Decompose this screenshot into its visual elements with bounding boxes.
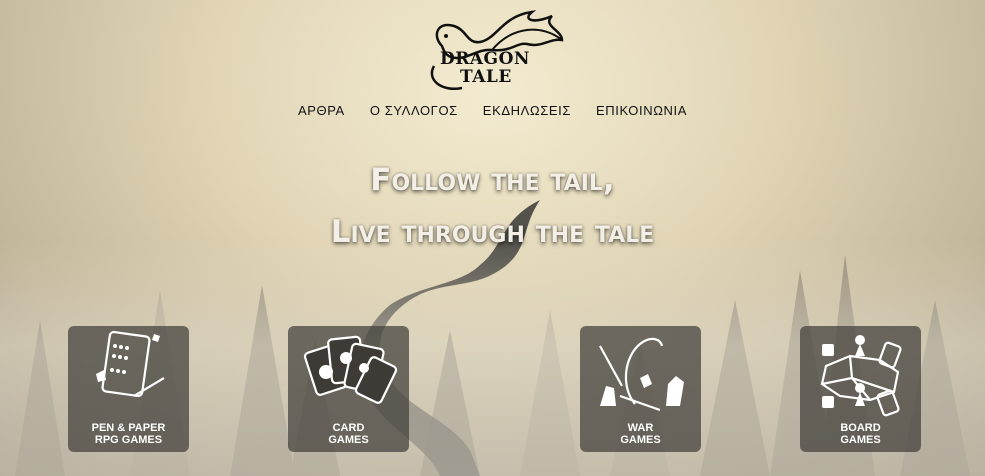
category-label-line-2: GAMES [620,434,661,446]
hero-tagline-line-1: Follow the tail, [370,162,615,198]
playing-cards-icon [303,335,398,404]
category-label-line-1: BOARD [840,422,881,434]
nav-item-contact[interactable]: ΕΠΙΚΟΙΝΩΝΙΑ [596,103,687,118]
category-label-line-1: PEN & PAPER [91,422,166,434]
hero-tagline-line-2: Live through the tale [330,214,655,250]
miniatures-icon [599,337,684,412]
category-label: WAR GAMES [580,422,701,446]
category-card-board-games[interactable]: BOARD GAMES [800,326,921,452]
nav-item-articles[interactable]: ΑΡΘΡΑ [298,103,345,118]
category-card-war-games[interactable]: WAR GAMES [580,326,701,452]
category-label: CARD GAMES [288,422,409,446]
main-navigation: ΑΡΘΡΑ Ο ΣΥΛΛΟΓΟΣ ΕΚΔΗΛΩΣΕΙΣ ΕΠΙΚΟΙΝΩΝΙΑ [0,103,985,118]
category-label-line-2: GAMES [840,434,881,446]
category-label-line-1: CARD [332,422,365,434]
category-label-line-2: GAMES [328,434,369,446]
character-sheet-icon [96,330,165,398]
brand-line-1: DRAGON [440,49,530,69]
category-label-line-2: RPG GAMES [94,434,163,446]
category-label-line-1: WAR [627,422,654,434]
board-game-icon [820,335,902,417]
category-card-card-games[interactable]: CARD GAMES [288,326,409,452]
category-label: BOARD GAMES [800,422,921,446]
brand-wordmark: DRAGON TALE [440,50,530,86]
brand-line-2: TALE [460,67,512,87]
nav-item-association[interactable]: Ο ΣΥΛΛΟΓΟΣ [370,103,458,118]
category-label: PEN & PAPER RPG GAMES [68,422,189,446]
nav-item-events[interactable]: ΕΚΔΗΛΩΣΕΙΣ [483,103,571,118]
category-card-rpg[interactable]: PEN & PAPER RPG GAMES [68,326,189,452]
